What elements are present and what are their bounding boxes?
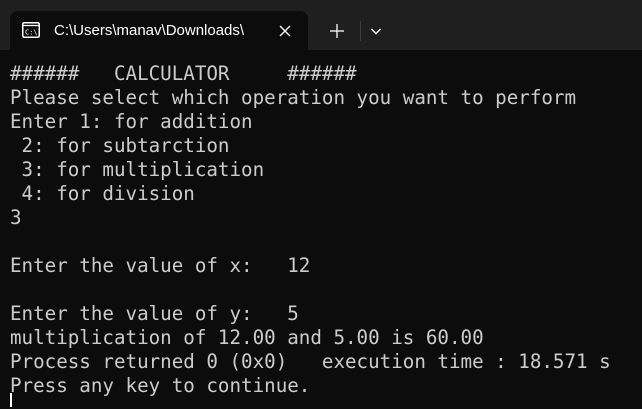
tab-bar: C:\ C:\Users\manav\Downloads\	[0, 0, 642, 50]
console-line: Process returned 0 (0x0) execution time …	[10, 350, 611, 373]
console-line: multiplication of 12.00 and 5.00 is 60.0…	[10, 326, 484, 349]
close-icon[interactable]	[274, 20, 296, 42]
console-line: ###### CALCULATOR ######	[10, 62, 357, 85]
chevron-down-icon[interactable]	[363, 17, 389, 45]
console-line: Press any key to continue.	[10, 374, 311, 397]
tab-title-fade	[256, 19, 272, 43]
console-icon: C:\	[22, 22, 40, 38]
console-line: 4: for division	[10, 182, 195, 205]
console-line: Please select which operation you want t…	[10, 86, 577, 109]
console-line: Enter 1: for addition	[10, 110, 253, 133]
terminal-window: C:\ C:\Users\manav\Downloads\ ###### CAL…	[0, 0, 642, 409]
console-line: 3	[10, 206, 22, 229]
console-line: Enter the value of y: 5	[10, 302, 299, 325]
console-line: 2: for subtarction	[10, 134, 230, 157]
svg-text:C:\: C:\	[25, 29, 38, 37]
console-output[interactable]: ###### CALCULATOR ###### Please select w…	[0, 50, 642, 409]
plus-icon[interactable]	[323, 17, 351, 45]
terminal-tab[interactable]: C:\ C:\Users\manav\Downloads\	[10, 11, 308, 50]
tab-divider	[360, 21, 361, 41]
console-line: 3: for multiplication	[10, 158, 265, 181]
tab-title: C:\Users\manav\Downloads\	[54, 22, 245, 39]
text-cursor	[10, 393, 12, 407]
console-line: Enter the value of x: 12	[10, 254, 311, 277]
